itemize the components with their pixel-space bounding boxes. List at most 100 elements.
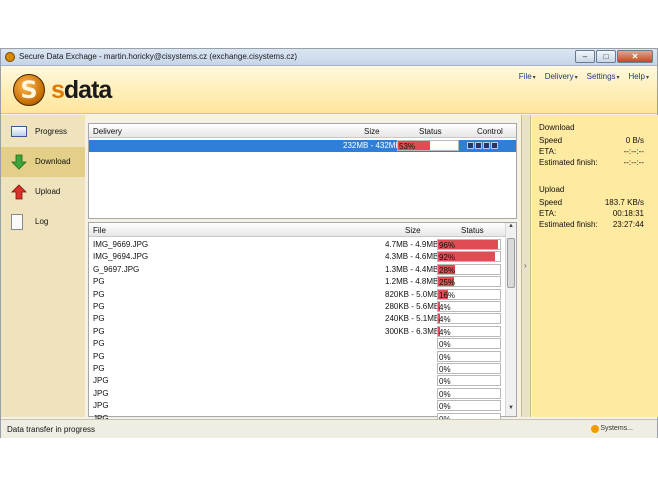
delivery-status: 53% [399, 142, 416, 151]
file-progress-bar: 0% [437, 400, 501, 412]
scroll-thumb[interactable] [507, 238, 515, 288]
upload-finish-label: Estimated finish: [539, 220, 598, 229]
delivery-row[interactable]: 232MB - 432MB 53% [89, 140, 516, 152]
sidebar-item-log[interactable]: Log [1, 207, 85, 237]
sidebar-label-download: Download [35, 157, 71, 166]
col-file[interactable]: File [93, 226, 106, 235]
download-arrow-icon [11, 154, 27, 170]
file-row[interactable]: PG 240KB - 5.1MB 4% [89, 313, 516, 325]
app-window: Secure Data Exchage - martin.horicky@cis… [0, 48, 658, 438]
file-row[interactable]: IMG_9669.JPG 4.7MB - 4.9MB 96% [89, 239, 516, 251]
file-name: PG [93, 289, 105, 299]
maximize-button[interactable]: □ [596, 50, 616, 63]
move-up-button[interactable] [483, 142, 490, 149]
file-status: 0% [439, 352, 451, 362]
file-progress-bar: 4% [437, 301, 501, 312]
file-list-scrollbar[interactable]: ▲ ▼ [505, 223, 516, 416]
download-finish-label: Estimated finish: [539, 158, 598, 167]
file-name: JPG [93, 376, 109, 386]
app-header: S sdata File Delivery Settings Help [1, 66, 657, 114]
file-size: 820KB - 5.0MB [385, 289, 440, 299]
col-size[interactable]: Size [364, 127, 380, 136]
file-progress-bar: 0% [437, 387, 501, 399]
file-row[interactable]: JPG 0% [89, 375, 516, 387]
sidebar-item-download[interactable]: Download [1, 147, 85, 177]
download-speed: 0 B/s [625, 136, 644, 145]
file-status: 4% [439, 315, 451, 325]
menu-file[interactable]: File [519, 72, 536, 81]
file-row[interactable]: PG 0% [89, 363, 516, 375]
file-size: 300KB - 6.3MB [385, 326, 440, 336]
file-row[interactable]: PG 820KB - 5.0MB 16% [89, 288, 516, 301]
file-progress-bar: 25% [437, 276, 501, 288]
close-button[interactable]: ✕ [617, 50, 653, 63]
scroll-up-icon[interactable]: ▲ [506, 223, 516, 234]
delivery-size: 232MB - 432MB [343, 141, 401, 150]
file-progress-bar: 4% [437, 313, 501, 325]
file-name: PG [93, 339, 105, 349]
status-brand: Systems... [600, 425, 633, 432]
file-size: 4.7MB - 4.9MB [385, 240, 439, 249]
stop-button[interactable] [475, 142, 482, 149]
file-row[interactable]: PG 0% [89, 350, 516, 363]
move-down-button[interactable] [491, 142, 498, 149]
file-row[interactable]: JPG 0% [89, 387, 516, 400]
col-control[interactable]: Control [477, 127, 503, 136]
transfer-stats: Download Speed 0 B/s ETA: --:--:-- Estim… [532, 115, 658, 417]
col-file-status[interactable]: Status [461, 226, 484, 235]
file-status: 25% [439, 278, 456, 288]
file-progress-bar: 0% [437, 350, 501, 362]
window-controls: – □ ✕ [575, 50, 653, 63]
app-logo-icon [5, 52, 15, 62]
download-speed-label: Speed [539, 136, 563, 145]
sdata-logo-text: sdata [51, 76, 112, 105]
sidebar-label-progress: Progress [35, 127, 68, 136]
file-row[interactable]: PG 1.2MB - 4.8MB 25% [89, 276, 516, 288]
file-size: 4.3MB - 4.6MB [385, 252, 439, 262]
file-name: PG [93, 364, 105, 373]
sdata-logo-icon: S [13, 74, 45, 106]
logo-s: s [51, 76, 65, 104]
file-status: 96% [439, 241, 456, 250]
file-name: IMG_9669.JPG [93, 240, 149, 249]
file-row[interactable]: IMG_9694.JPG 4.3MB - 4.6MB 92% [89, 251, 516, 263]
col-file-size[interactable]: Size [405, 226, 421, 235]
delivery-list-header: Delivery Size Status Control [89, 124, 516, 138]
menu-help[interactable]: Help [629, 72, 649, 81]
scroll-down-icon[interactable]: ▼ [506, 405, 516, 416]
status-message: Data transfer in progress [7, 425, 96, 434]
file-row[interactable]: PG 0% [89, 338, 516, 350]
sidebar-item-upload[interactable]: Upload [1, 177, 85, 207]
document-icon [11, 214, 23, 230]
stats-panel-toggle[interactable]: › [521, 115, 531, 417]
window-title: Secure Data Exchage - martin.horicky@cis… [19, 52, 297, 61]
minimize-button[interactable]: – [575, 50, 595, 63]
upload-stats-title: Upload [539, 185, 565, 194]
file-row[interactable]: PG 280KB - 5.6MB 4% [89, 301, 516, 313]
status-bar: Data transfer in progress Systems... [1, 419, 657, 438]
file-list-header: File Size Status [89, 223, 516, 237]
file-progress-bar: 4% [437, 325, 501, 337]
menu-delivery[interactable]: Delivery [545, 72, 578, 81]
file-size: 240KB - 5.1MB [385, 314, 440, 324]
upload-eta-label: ETA: [539, 209, 557, 218]
col-status[interactable]: Status [419, 127, 442, 136]
file-list: File Size Status IMG_9669.JPG 4.7MB - 4.9… [88, 222, 517, 424]
menu-settings[interactable]: Settings [587, 72, 620, 81]
file-row[interactable]: JPG 0% [89, 400, 516, 412]
file-row[interactable]: PG 300KB - 6.3MB 4% [89, 325, 516, 338]
file-name: PG [93, 326, 105, 336]
download-finish: --:--:-- [623, 158, 644, 167]
file-row[interactable]: G_9697.JPG 1.3MB - 4.4MB 28% [89, 263, 516, 276]
download-stats-title: Download [539, 123, 575, 132]
file-status: 28% [439, 265, 456, 275]
download-eta: --:--:-- [623, 147, 644, 156]
file-progress-bar: 96% [437, 239, 501, 250]
systems-logo-icon [591, 425, 599, 433]
file-size: 1.3MB - 4.4MB [385, 264, 439, 274]
pause-button[interactable] [467, 142, 474, 149]
col-delivery[interactable]: Delivery [93, 127, 122, 136]
file-status: 4% [439, 303, 451, 312]
sidebar-item-progress[interactable]: Progress [1, 117, 85, 147]
delivery-progress-bar: 53% [397, 140, 459, 151]
